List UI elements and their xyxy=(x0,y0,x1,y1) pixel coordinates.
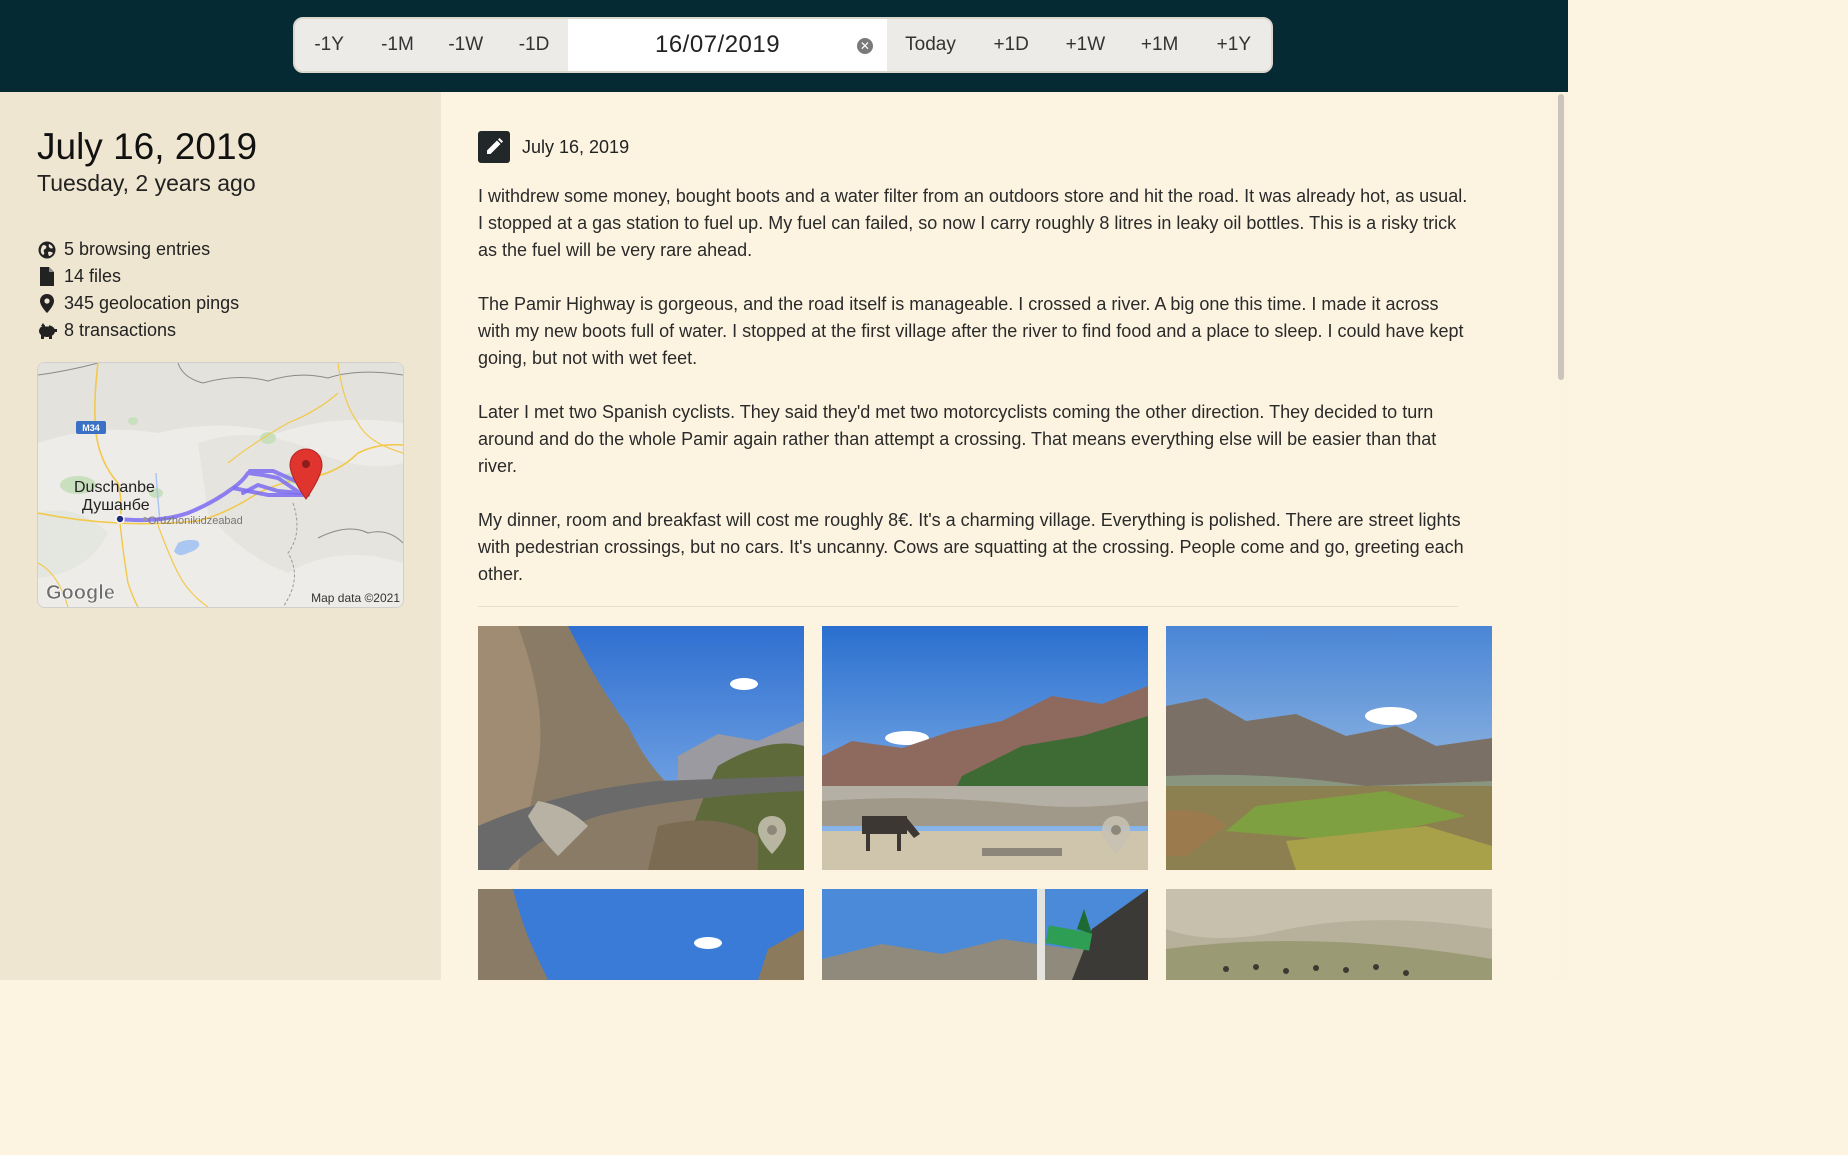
photo-thumbnail[interactable] xyxy=(478,889,804,980)
date-input[interactable]: 16/07/2019 ✕ xyxy=(568,19,887,71)
plus-1-week-button[interactable]: +1W xyxy=(1048,19,1122,71)
map-attribution[interactable]: Map data ©2021 xyxy=(311,591,400,605)
photo-thumbnail[interactable] xyxy=(1166,626,1492,870)
geotag-pin-icon xyxy=(1102,816,1130,854)
minus-1-week-button[interactable]: -1W xyxy=(432,19,500,71)
stat-transactions[interactable]: 8 transactions xyxy=(37,317,239,344)
photo-thumbnail[interactable] xyxy=(478,626,804,870)
piggy-bank-icon xyxy=(37,321,57,341)
sidebar-date-subtitle: Tuesday, 2 years ago xyxy=(37,170,256,196)
entry-body: I withdrew some money, bought boots and … xyxy=(478,183,1468,615)
scrollbar-thumb[interactable] xyxy=(1558,94,1564,380)
entry-paragraph: I withdrew some money, bought boots and … xyxy=(478,186,1468,260)
file-icon xyxy=(37,267,57,287)
stats-list: 5 browsing entries 14 files 345 geolocat… xyxy=(37,236,239,344)
clear-icon[interactable]: ✕ xyxy=(856,38,873,54)
google-logo: Google xyxy=(46,582,115,604)
stat-label: 5 browsing entries xyxy=(64,239,211,259)
edit-pencil-icon[interactable] xyxy=(478,131,510,163)
today-button[interactable]: Today xyxy=(887,19,974,71)
plus-1-month-button[interactable]: +1M xyxy=(1123,19,1197,71)
map-town-label: Ordzhonikidzeabad xyxy=(148,515,243,527)
location-map[interactable]: M34 Duschanbe Душанбе Ordzhonikidzeabad … xyxy=(37,362,404,608)
stat-files[interactable]: 14 files xyxy=(37,263,239,290)
top-bar: -1Y -1M -1W -1D 16/07/2019 ✕ Today +1D +… xyxy=(0,0,1568,92)
map-road-label: M34 xyxy=(82,423,100,433)
map-city-cyrillic: Душанбе xyxy=(82,497,150,514)
minus-1-year-button[interactable]: -1Y xyxy=(295,19,363,71)
stat-label: 14 files xyxy=(64,266,122,286)
photo-thumbnail[interactable] xyxy=(822,626,1148,870)
plus-1-year-button[interactable]: +1Y xyxy=(1197,19,1271,71)
date-navigator: -1Y -1M -1W -1D 16/07/2019 ✕ Today +1D +… xyxy=(293,17,1273,73)
entry-header: July 16, 2019 xyxy=(478,131,629,163)
stat-geolocation-pings[interactable]: 345 geolocation pings xyxy=(37,290,239,317)
stat-browsing-entries[interactable]: 5 browsing entries xyxy=(37,236,239,263)
stat-label: 8 transactions xyxy=(64,320,177,340)
date-input-value[interactable]: 16/07/2019 xyxy=(655,31,780,59)
photo-thumbnail[interactable] xyxy=(822,889,1148,980)
entry-paragraph: The Pamir Highway is gorgeous, and the r… xyxy=(478,294,1464,368)
globe-icon xyxy=(37,240,57,260)
geotag-pin-icon xyxy=(758,816,786,854)
photo-thumbnail[interactable] xyxy=(1166,889,1492,980)
minus-1-month-button[interactable]: -1M xyxy=(363,19,431,71)
map-pin-icon xyxy=(37,294,57,314)
minus-1-day-button[interactable]: -1D xyxy=(500,19,568,71)
entry-paragraph: My dinner, room and breakfast will cost … xyxy=(478,510,1464,584)
sidebar-date-title: July 16, 2019 xyxy=(37,126,258,167)
entry-paragraph: Later I met two Spanish cyclists. They s… xyxy=(478,402,1437,476)
stat-label: 345 geolocation pings xyxy=(64,293,240,313)
divider xyxy=(478,606,1458,607)
entry-date: July 16, 2019 xyxy=(522,136,630,157)
plus-1-day-button[interactable]: +1D xyxy=(974,19,1048,71)
map-city-latin: Duschanbe xyxy=(74,479,155,496)
